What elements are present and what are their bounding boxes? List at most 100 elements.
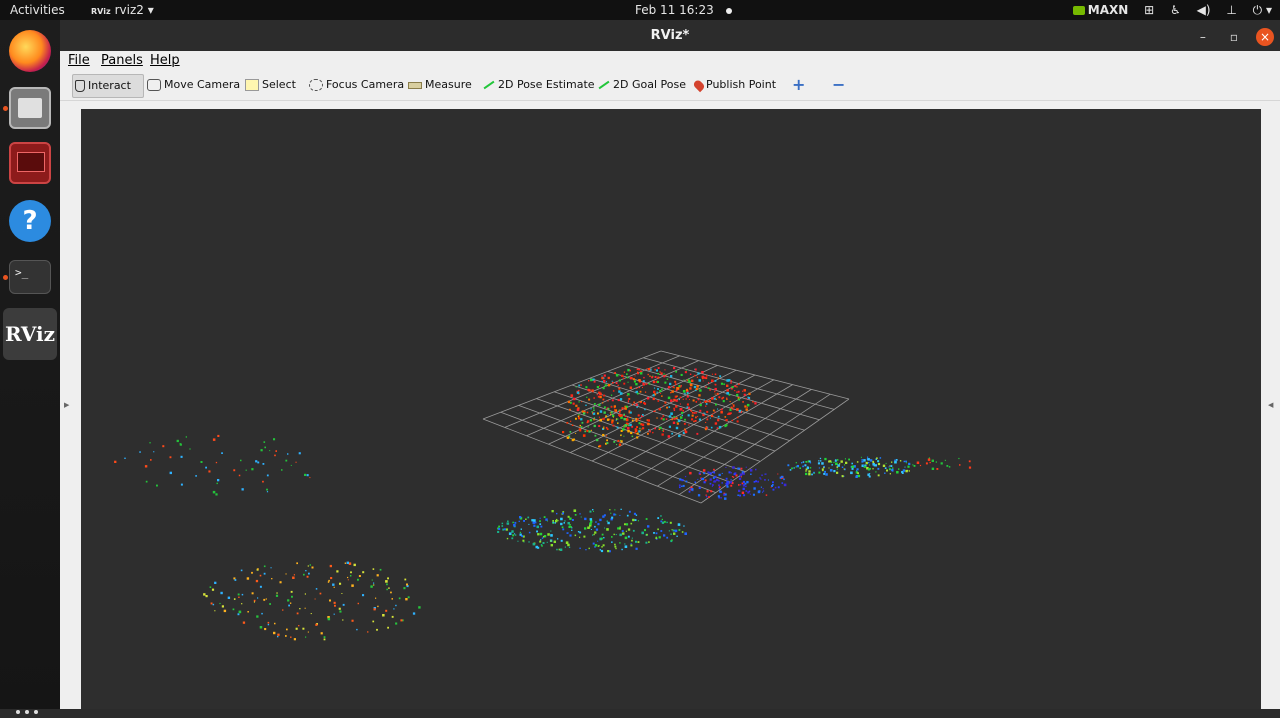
cloud-point [277, 635, 279, 638]
cloud-point [959, 464, 961, 466]
volume-icon[interactable]: ◀) [1197, 3, 1211, 17]
rviz-icon[interactable]: RViz [3, 308, 57, 360]
help-icon[interactable]: ? [9, 200, 51, 242]
cloud-point [569, 534, 572, 537]
system-tray[interactable]: MAXN ⊞ ♿ ◀) ⊥ ⏻ ▾ [1061, 3, 1272, 18]
cloud-point [304, 593, 306, 595]
remove-tool-button[interactable]: − [830, 74, 845, 96]
cloud-point [617, 439, 620, 442]
menu-file[interactable]: File [68, 53, 90, 68]
cloud-point [560, 517, 563, 521]
cloud-point [149, 442, 151, 444]
cloud-point [968, 460, 971, 463]
cloud-point [903, 460, 906, 463]
add-tool-button[interactable]: + [790, 74, 805, 96]
cloud-point [641, 531, 644, 535]
measure-tool[interactable]: Measure [406, 74, 472, 96]
left-dock-collapse[interactable]: ▶ [60, 101, 80, 709]
cloud-point [684, 418, 686, 421]
cloud-point [522, 539, 525, 542]
cloud-point [571, 424, 574, 426]
minimize-icon[interactable]: – [1194, 28, 1212, 46]
menu-panels[interactable]: Panels [101, 53, 143, 68]
app-menu[interactable]: RViz rviz2 ▾ [91, 3, 154, 17]
select-tool[interactable]: Select [243, 74, 296, 96]
cloud-point [596, 394, 598, 396]
focus-camera-tool[interactable]: Focus Camera [307, 74, 404, 96]
cloud-point [690, 486, 693, 489]
cloud-point [743, 393, 746, 396]
cloud-point [682, 484, 685, 487]
nvidia-power-mode[interactable]: MAXN [1072, 3, 1128, 17]
cloud-point [638, 422, 641, 425]
cloud-point [739, 494, 741, 497]
cloud-point [407, 596, 410, 599]
cloud-point [552, 522, 554, 524]
cloud-point [602, 427, 605, 430]
cloud-point [615, 411, 617, 413]
cloud-point [665, 374, 667, 376]
cloud-point [654, 376, 657, 378]
cloud-point [906, 469, 909, 472]
title-bar[interactable]: RViz* – ▫ × [60, 20, 1280, 51]
cloud-point [928, 457, 930, 459]
cloud-point [901, 471, 904, 473]
cloud-point [760, 478, 762, 480]
cloud-point [603, 406, 606, 409]
cloud-point [703, 376, 706, 379]
cloud-point [872, 468, 874, 470]
cloud-point [638, 430, 641, 433]
cloud-point [673, 398, 676, 402]
cloud-point [568, 546, 571, 548]
cloud-point [588, 430, 591, 433]
point-cloud-scene[interactable] [81, 109, 1261, 709]
cloud-point [362, 571, 365, 574]
expand-right-icon[interactable]: ◀ [1268, 401, 1273, 409]
maximize-icon[interactable]: ▫ [1225, 28, 1243, 46]
goal-pose-tool[interactable]: 2D Goal Pose [596, 74, 686, 96]
interact-tool[interactable]: Interact [72, 74, 144, 98]
cloud-point [708, 400, 711, 403]
network-icon[interactable]: ⊞ [1144, 3, 1154, 17]
cloud-point [705, 386, 707, 388]
cloud-point [501, 522, 504, 525]
terminal-icon[interactable]: >_ [9, 260, 51, 294]
show-applications-icon[interactable] [16, 699, 44, 714]
cloud-point [305, 636, 307, 638]
cloud-point [670, 533, 672, 535]
pose-estimate-tool[interactable]: 2D Pose Estimate [481, 74, 595, 96]
cloud-point [550, 534, 553, 537]
microphone-icon[interactable]: ⊥ [1226, 3, 1236, 17]
cloud-point [895, 459, 898, 461]
menu-help[interactable]: Help [150, 53, 180, 68]
clock[interactable]: Feb 11 16:23 [635, 3, 732, 17]
files-icon[interactable] [9, 87, 51, 129]
expand-left-icon[interactable]: ▶ [64, 401, 69, 409]
cloud-point [587, 526, 590, 529]
cloud-point [726, 485, 729, 488]
cloud-point [559, 548, 563, 551]
grid-line [660, 350, 850, 400]
cloud-point [614, 509, 616, 511]
close-icon[interactable]: × [1256, 28, 1274, 46]
cloud-point [333, 601, 336, 604]
activities-button[interactable]: Activities [10, 3, 65, 17]
cloud-point [638, 386, 640, 389]
cloud-point [555, 519, 558, 523]
cloud-point [663, 534, 666, 537]
right-dock-collapse[interactable]: ◀ [1260, 101, 1280, 709]
cloud-point [664, 381, 667, 384]
cloud-point [699, 473, 701, 475]
cloud-point [891, 461, 893, 463]
cloud-point [642, 382, 645, 385]
accessibility-icon[interactable]: ♿ [1170, 3, 1181, 17]
firefox-icon[interactable] [9, 30, 51, 72]
cloud-point [736, 391, 738, 393]
3d-viewport[interactable] [81, 109, 1261, 709]
move-camera-tool[interactable]: Move Camera [145, 74, 240, 96]
publish-point-tool[interactable]: Publish Point [692, 74, 776, 96]
system-monitor-icon[interactable] [9, 142, 51, 184]
cloud-point [908, 462, 911, 465]
power-icon[interactable]: ⏻ ▾ [1253, 3, 1272, 17]
cloud-point [540, 539, 542, 541]
